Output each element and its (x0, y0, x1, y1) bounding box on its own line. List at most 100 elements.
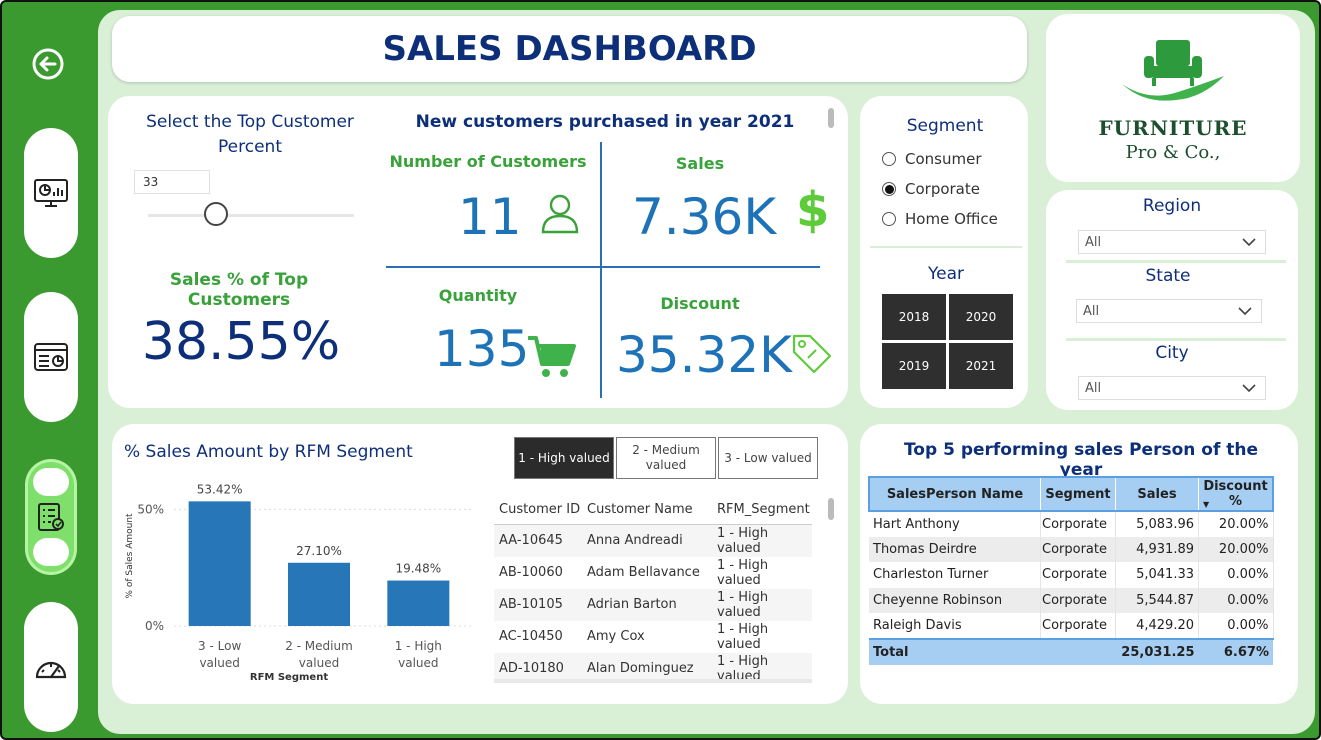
customer-name-cell: Anna Andreadi (587, 533, 683, 548)
bar (188, 501, 251, 626)
table-row[interactable]: AB-10060 Adam Bellavance 1 - High valued (494, 556, 812, 589)
segment-cell: Corporate (1040, 587, 1116, 614)
col-discount[interactable]: Discount % ▼ (1199, 477, 1274, 511)
top-percent-slider-handle[interactable] (203, 202, 228, 226)
rfm-table-hscrollbar[interactable] (494, 679, 812, 683)
nav-dashboard-button[interactable] (24, 128, 78, 258)
region-dropdown-value: All (1085, 234, 1102, 250)
dashboard-monitor-icon (34, 179, 68, 207)
person-icon (541, 194, 579, 234)
top-customer-title: Select the Top Customer Percent (146, 112, 354, 157)
top5-table: SalesPerson Name Segment Sales Discount … (868, 476, 1274, 665)
nav-rfm-button[interactable] (28, 462, 74, 572)
page-title: SALES DASHBOARD (112, 16, 1027, 82)
rfm-low-valued-button[interactable]: 3 - Low valued (718, 437, 818, 479)
segment-divider (870, 246, 1022, 248)
top-percent-slider-track[interactable] (148, 214, 354, 217)
salesperson-cell: Raleigh Davis (869, 613, 1041, 639)
bar (387, 580, 450, 626)
customers-value: 11 (458, 188, 522, 246)
year-2019-button[interactable]: 2019 (882, 343, 946, 389)
col-customer-id[interactable]: Customer ID (494, 496, 586, 524)
rfm-segment-cell: 1 - High valued (717, 621, 769, 652)
rfm-segment-cell: 1 - High valued (717, 525, 769, 556)
quantity-label: Quantity (438, 286, 518, 305)
discount-value: 35.32K (616, 326, 792, 384)
year-2018-button[interactable]: 2018 (882, 294, 946, 340)
dashboard-frame: SALES DASHBOARD FURNITURE Pro & Co., Sel… (0, 0, 1321, 740)
logo-text-line1: FURNITURE (1098, 116, 1248, 140)
segment-option-home-office[interactable]: Home Office (882, 204, 998, 234)
chevron-down-icon (1242, 238, 1256, 247)
table-row[interactable]: Cheyenne Robinson Corporate 5,544.87 0.00% (869, 587, 1274, 614)
salesperson-cell: Thomas Deirdre (869, 536, 1041, 563)
sales-cell: 4,931.89 (1115, 536, 1199, 563)
table-row[interactable]: Raleigh Davis Corporate 4,429.20 0.00% (869, 613, 1274, 639)
rfm-table-scrollbar[interactable] (828, 498, 834, 520)
table-row[interactable]: AC-10450 Amy Cox 1 - High valued (494, 620, 812, 653)
col-salesperson[interactable]: SalesPerson Name (869, 477, 1041, 511)
segment-cell: Corporate (1040, 562, 1116, 588)
segment-option-corporate[interactable]: Corporate (882, 174, 998, 204)
table-row[interactable]: AB-10105 Adrian Barton 1 - High valued (494, 588, 812, 621)
col-sales[interactable]: Sales (1115, 477, 1199, 511)
city-label: City (1155, 343, 1189, 363)
col-segment[interactable]: Segment (1040, 477, 1116, 511)
radio-circle (882, 212, 896, 226)
total-discount: 6.67% (1223, 644, 1269, 660)
region-dropdown[interactable]: All (1078, 230, 1266, 254)
state-dropdown[interactable]: All (1076, 299, 1262, 323)
sales-cell: 4,429.20 (1115, 613, 1199, 639)
customers-label: Number of Customers (389, 152, 587, 171)
state-divider (1066, 338, 1286, 341)
bar (288, 562, 350, 626)
bar-data-label: 53.42% (197, 482, 243, 496)
sales-value: 7.36K (632, 188, 777, 246)
customer-name-cell: Amy Cox (587, 629, 645, 644)
discount-cell: 20.00% (1198, 536, 1274, 563)
salesperson-cell: Cheyenne Robinson (869, 587, 1041, 614)
top-percent-input[interactable]: 33 (134, 170, 210, 194)
segment-filter-title: Segment (906, 116, 984, 136)
state-label: State (1145, 266, 1191, 286)
segment-radio-group: Consumer Corporate Home Office (882, 144, 998, 234)
segment-option-consumer[interactable]: Consumer (882, 144, 998, 174)
customer-id-cell: AC-10450 (499, 629, 563, 644)
rfm-segment-cell: 1 - High valued (717, 557, 769, 588)
x-tick-label: 2 - Medium valued (285, 639, 353, 670)
shopping-cart-icon (528, 336, 576, 377)
table-row[interactable]: AA-10645 Anna Andreadi 1 - High valued (494, 524, 812, 557)
year-2021-button[interactable]: 2021 (949, 343, 1013, 389)
city-dropdown[interactable]: All (1078, 376, 1266, 400)
customer-id-cell: AB-10060 (499, 565, 563, 580)
sales-cell: 5,083.96 (1115, 511, 1199, 537)
back-button[interactable] (30, 46, 66, 82)
rfm-medium-valued-button[interactable]: 2 - Medium valued (616, 437, 716, 479)
kpi-divider-vertical (600, 142, 602, 398)
table-row[interactable]: AD-10180 Alan Dominguez 1 - High valued (494, 652, 812, 682)
new-customers-title: New customers purchased in year 2021 (415, 112, 795, 132)
total-label: Total (873, 644, 909, 660)
total-sales: 25,031.25 (1121, 644, 1195, 660)
col-rfm-segment[interactable]: RFM_Segment (716, 496, 812, 524)
discount-label: Discount (660, 294, 740, 313)
new-customers-scrollbar[interactable] (828, 108, 834, 128)
table-row[interactable]: Thomas Deirdre Corporate 4,931.89 20.00% (869, 536, 1274, 563)
kpi-divider-horizontal (386, 266, 820, 268)
discount-cell: 0.00% (1198, 587, 1274, 614)
segment-cell: Corporate (1040, 613, 1116, 639)
back-arrow-icon (32, 48, 64, 80)
table-row[interactable]: Hart Anthony Corporate 5,083.96 20.00% (869, 511, 1274, 537)
nav-performance-button[interactable] (24, 602, 78, 732)
customer-id-cell: AB-10105 (499, 597, 563, 612)
year-2020-button[interactable]: 2020 (949, 294, 1013, 340)
chevron-down-icon (1242, 384, 1256, 393)
nav-report-button[interactable] (24, 292, 78, 422)
dollar-icon: $ (796, 182, 830, 238)
price-tag-icon (792, 334, 832, 374)
radio-circle (882, 152, 896, 166)
rfm-high-valued-button[interactable]: 1 - High valued (514, 437, 614, 479)
col-customer-name[interactable]: Customer Name (586, 496, 716, 524)
segment-option-label: Consumer (905, 150, 982, 168)
table-row[interactable]: Charleston Turner Corporate 5,041.33 0.00% (869, 562, 1274, 588)
